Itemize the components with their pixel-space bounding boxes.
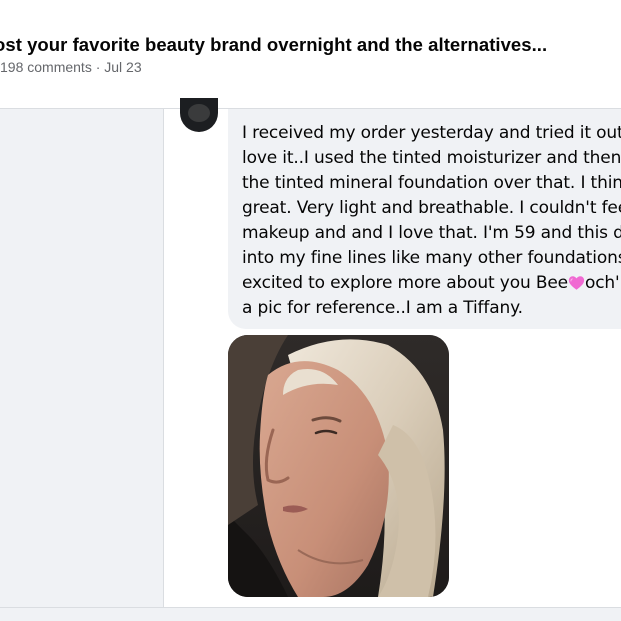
comment-line-5: makeup and and I love that. I'm 59 and t… bbox=[242, 223, 621, 243]
pink-heart-icon bbox=[568, 276, 585, 290]
portrait-photo bbox=[228, 335, 449, 597]
comment-line-3: the tinted mineral foundation over that.… bbox=[242, 173, 621, 193]
comment-text: I received my order yesterday and tried … bbox=[242, 121, 621, 321]
comment-line-1: I received my order yesterday and tried … bbox=[242, 123, 621, 143]
left-panel bbox=[0, 109, 164, 607]
post-title[interactable]: ost your favorite beauty brand overnight… bbox=[0, 34, 547, 56]
comment-line-7b: och' bbox=[584, 273, 620, 293]
comment-line-2: love it..I used the tinted moisturizer a… bbox=[242, 148, 621, 168]
post-header: ost your favorite beauty brand overnight… bbox=[0, 0, 621, 108]
post-meta[interactable]: 198 comments · Jul 23 bbox=[0, 59, 142, 75]
comment-line-8: a pic for reference..I am a Tiffany. bbox=[242, 298, 523, 318]
comment-photo[interactable] bbox=[228, 335, 449, 597]
comment-line-7a: excited to explore more about you Bee bbox=[242, 273, 568, 293]
comment-line-6: into my fine lines like many other found… bbox=[242, 248, 621, 268]
bottom-strip bbox=[0, 608, 621, 621]
comment-line-4: great. Very light and breathable. I coul… bbox=[242, 198, 621, 218]
